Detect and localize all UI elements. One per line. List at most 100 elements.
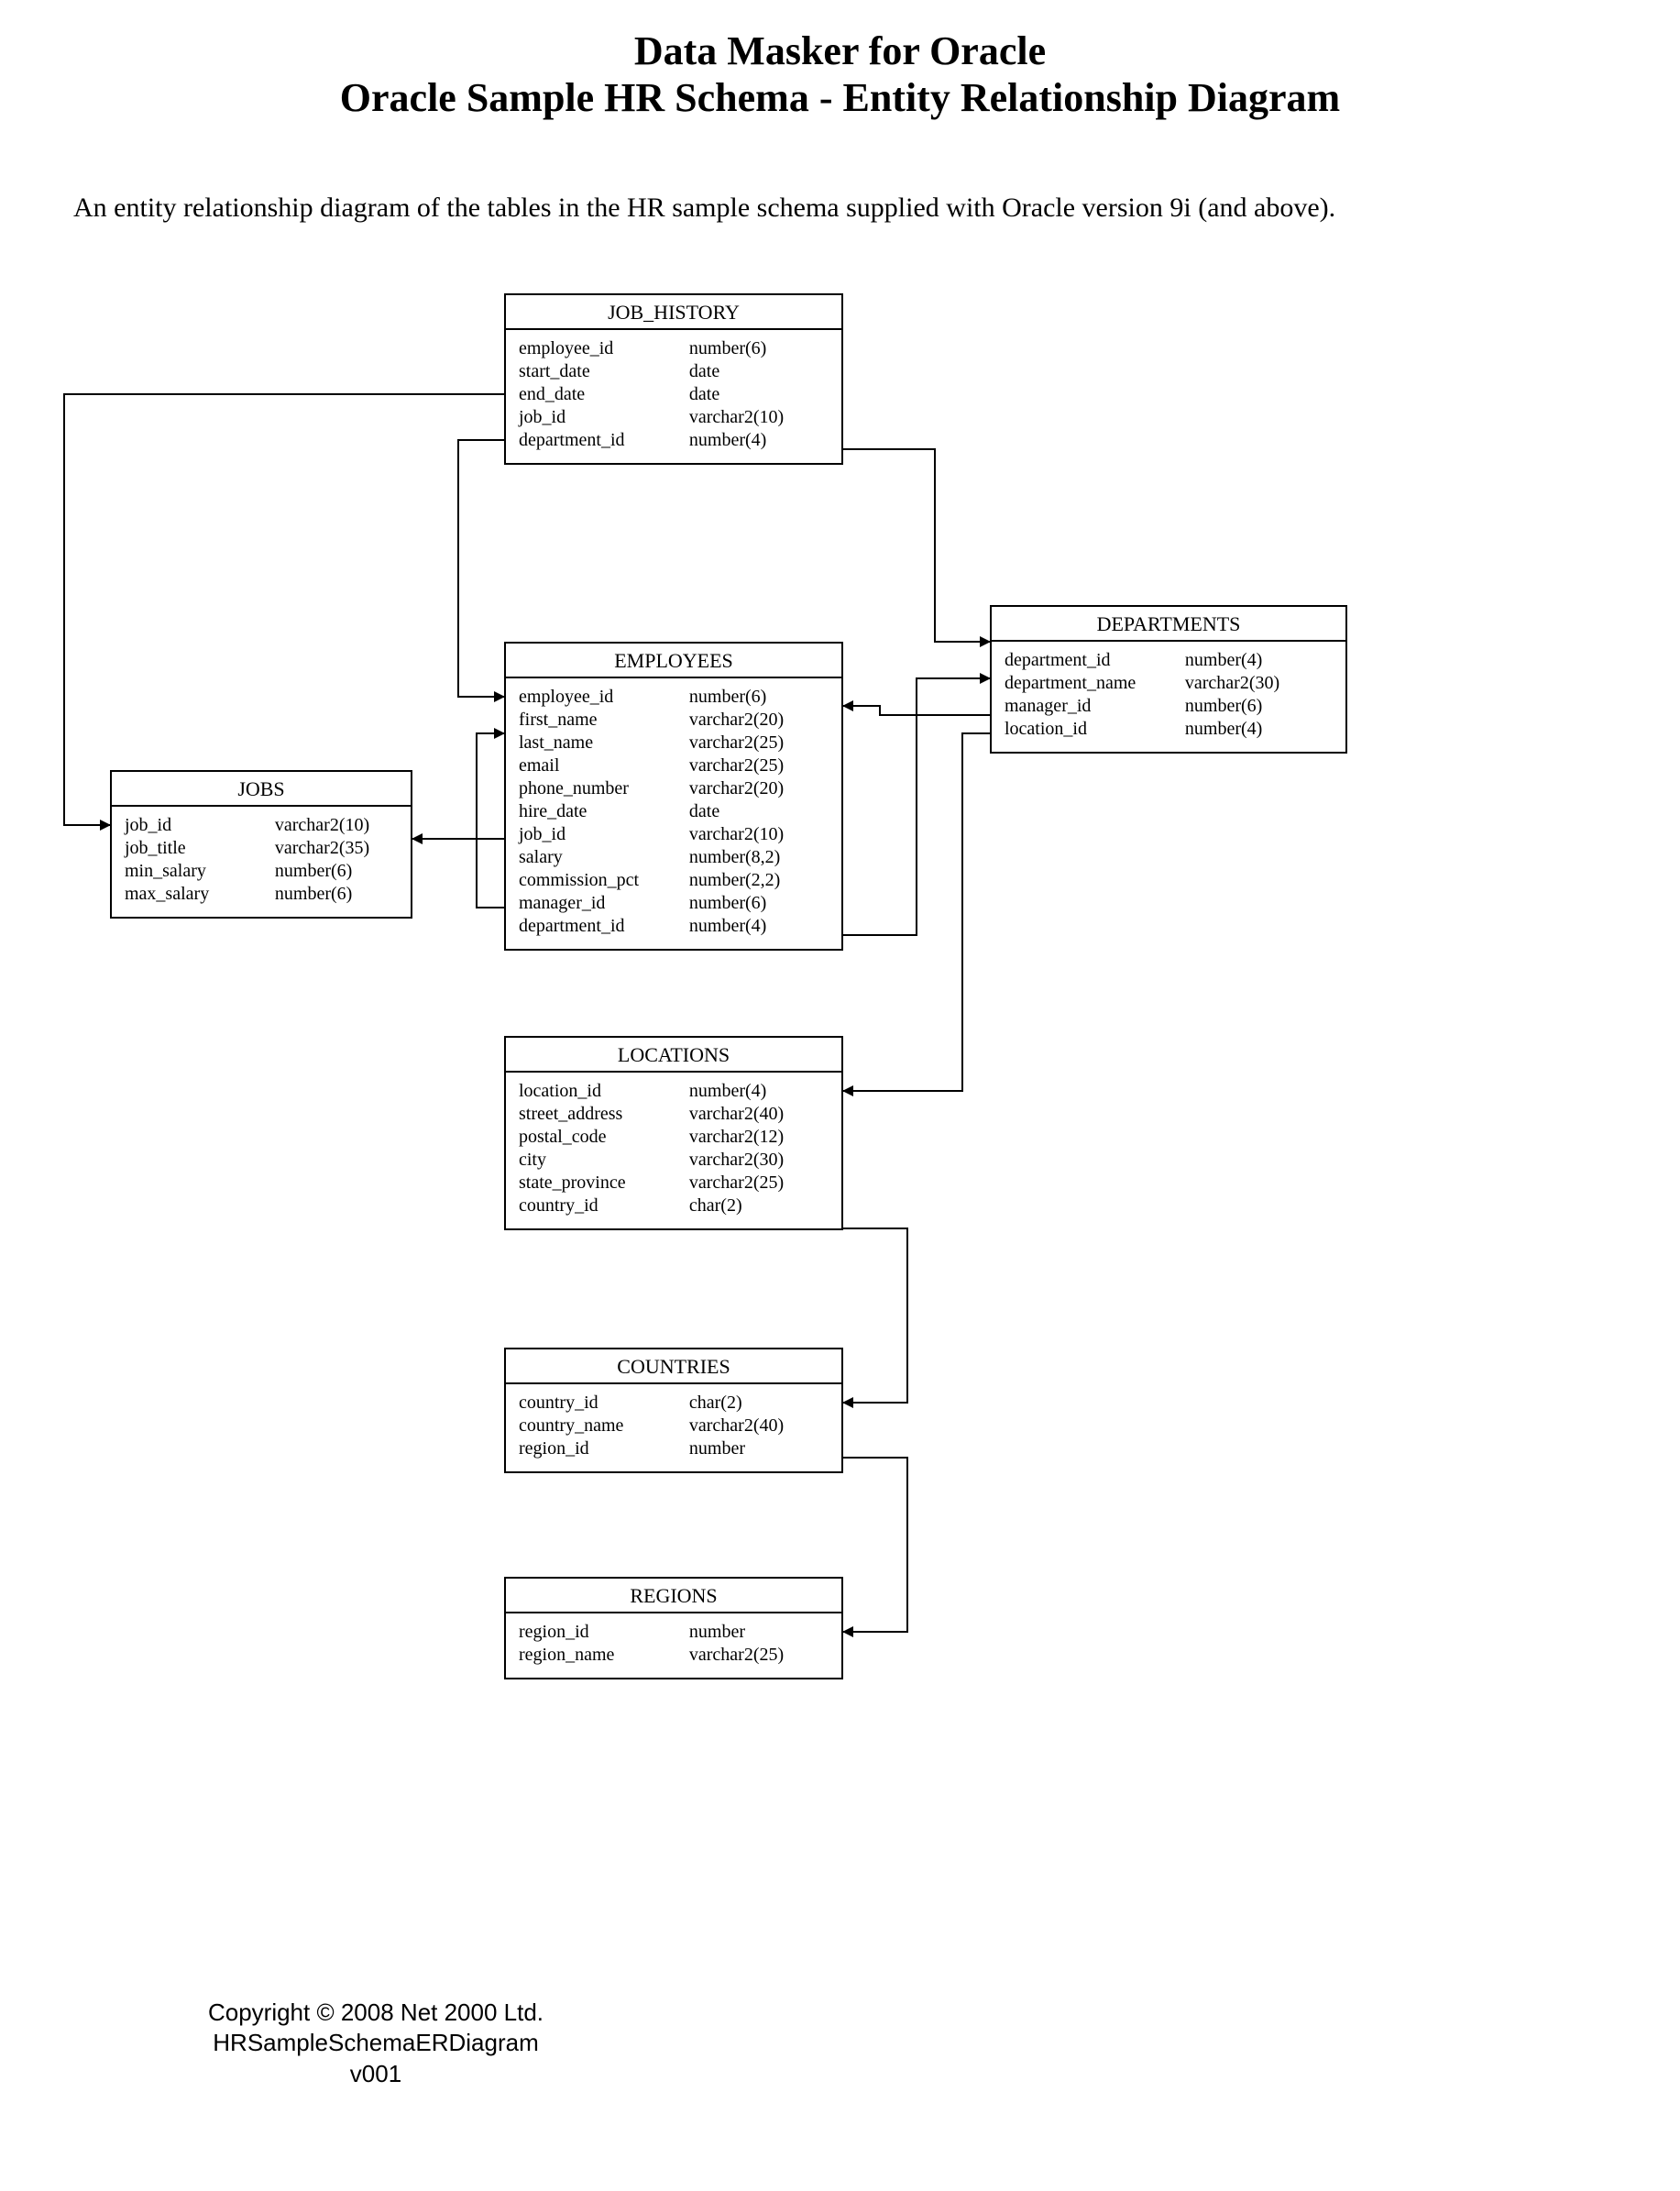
rel-jobhistory-employees <box>458 440 504 697</box>
column-type: varchar2(25) <box>689 1172 829 1195</box>
column-row: last_namevarchar2(25) <box>519 732 829 754</box>
column-row: region_idnumber <box>519 1621 829 1644</box>
entity-columns: country_idchar(2)country_namevarchar2(40… <box>506 1384 841 1471</box>
column-row: manager_idnumber(6) <box>519 892 829 915</box>
column-row: salarynumber(8,2) <box>519 846 829 869</box>
column-name: region_id <box>519 1437 689 1460</box>
column-row: department_idnumber(4) <box>1005 649 1333 672</box>
entity-jobs: JOBS job_idvarchar2(10)job_titlevarchar2… <box>110 770 412 919</box>
entity-title: REGIONS <box>506 1579 841 1613</box>
rel-jobhistory-jobs <box>64 394 504 825</box>
column-name: manager_id <box>519 892 689 915</box>
column-name: postal_code <box>519 1126 689 1149</box>
column-name: location_id <box>519 1080 689 1103</box>
column-name: job_title <box>125 837 275 860</box>
entity-columns: employee_idnumber(6)start_datedateend_da… <box>506 330 841 463</box>
column-name: job_id <box>519 823 689 846</box>
column-name: manager_id <box>1005 695 1185 718</box>
column-name: street_address <box>519 1103 689 1126</box>
entity-title: LOCATIONS <box>506 1038 841 1073</box>
column-type: varchar2(10) <box>275 814 398 837</box>
entity-title: JOB_HISTORY <box>506 295 841 330</box>
column-row: region_idnumber <box>519 1437 829 1460</box>
column-row: region_namevarchar2(25) <box>519 1644 829 1667</box>
column-name: location_id <box>1005 718 1185 741</box>
column-name: last_name <box>519 732 689 754</box>
column-type: varchar2(40) <box>689 1103 829 1126</box>
column-type: number(6) <box>689 686 829 709</box>
column-row: department_namevarchar2(30) <box>1005 672 1333 695</box>
column-type: number(6) <box>689 892 829 915</box>
column-row: state_provincevarchar2(25) <box>519 1172 829 1195</box>
column-row: commission_pctnumber(2,2) <box>519 869 829 892</box>
column-type: number(4) <box>689 915 829 938</box>
column-type: number(4) <box>1185 718 1333 741</box>
column-name: country_id <box>519 1195 689 1217</box>
entity-title: COUNTRIES <box>506 1349 841 1384</box>
entity-countries: COUNTRIES country_idchar(2)country_namev… <box>504 1348 843 1473</box>
rel-jobhistory-departments <box>843 449 990 642</box>
column-type: number(4) <box>689 429 829 452</box>
column-row: department_idnumber(4) <box>519 915 829 938</box>
column-row: country_idchar(2) <box>519 1392 829 1415</box>
column-type: varchar2(25) <box>689 754 829 777</box>
column-name: salary <box>519 846 689 869</box>
entity-title: EMPLOYEES <box>506 644 841 678</box>
column-type: varchar2(25) <box>689 732 829 754</box>
column-type: number(8,2) <box>689 846 829 869</box>
page-title-line2: Oracle Sample HR Schema - Entity Relatio… <box>0 74 1680 121</box>
column-row: country_namevarchar2(40) <box>519 1415 829 1437</box>
column-name: department_id <box>1005 649 1185 672</box>
entity-employees: EMPLOYEES employee_idnumber(6)first_name… <box>504 642 843 951</box>
column-type: number(6) <box>1185 695 1333 718</box>
column-type: varchar2(25) <box>689 1644 829 1667</box>
entity-job-history: JOB_HISTORY employee_idnumber(6)start_da… <box>504 293 843 465</box>
column-name: job_id <box>125 814 275 837</box>
column-row: start_datedate <box>519 360 829 383</box>
entity-departments: DEPARTMENTS department_idnumber(4)depart… <box>990 605 1347 754</box>
column-name: region_id <box>519 1621 689 1644</box>
column-row: first_namevarchar2(20) <box>519 709 829 732</box>
column-name: country_id <box>519 1392 689 1415</box>
column-type: number(4) <box>1185 649 1333 672</box>
entity-columns: employee_idnumber(6)first_namevarchar2(2… <box>506 678 841 949</box>
rel-countries-regions <box>843 1458 907 1632</box>
column-row: location_idnumber(4) <box>519 1080 829 1103</box>
column-type: varchar2(10) <box>689 406 829 429</box>
column-row: country_idchar(2) <box>519 1195 829 1217</box>
column-name: min_salary <box>125 860 275 883</box>
column-name: email <box>519 754 689 777</box>
column-name: department_id <box>519 915 689 938</box>
column-name: country_name <box>519 1415 689 1437</box>
column-name: hire_date <box>519 800 689 823</box>
column-row: employee_idnumber(6) <box>519 337 829 360</box>
column-type: number(2,2) <box>689 869 829 892</box>
rel-locations-countries <box>843 1228 907 1403</box>
column-type: varchar2(40) <box>689 1415 829 1437</box>
column-name: city <box>519 1149 689 1172</box>
rel-employees-departments <box>843 678 990 935</box>
column-row: phone_numbervarchar2(20) <box>519 777 829 800</box>
page-title-line1: Data Masker for Oracle <box>0 28 1680 74</box>
column-name: first_name <box>519 709 689 732</box>
column-name: start_date <box>519 360 689 383</box>
column-row: postal_codevarchar2(12) <box>519 1126 829 1149</box>
column-row: job_idvarchar2(10) <box>519 823 829 846</box>
footer-block: Copyright © 2008 Net 2000 Ltd. HRSampleS… <box>183 1998 568 2090</box>
column-row: location_idnumber(4) <box>1005 718 1333 741</box>
column-row: street_addressvarchar2(40) <box>519 1103 829 1126</box>
column-name: end_date <box>519 383 689 406</box>
footer-docname: HRSampleSchemaERDiagram <box>183 2028 568 2059</box>
column-row: emailvarchar2(25) <box>519 754 829 777</box>
intro-text: An entity relationship diagram of the ta… <box>73 193 1607 224</box>
entity-title: DEPARTMENTS <box>992 607 1345 642</box>
column-type: varchar2(30) <box>689 1149 829 1172</box>
column-type: number <box>689 1621 829 1644</box>
column-name: department_name <box>1005 672 1185 695</box>
column-row: cityvarchar2(30) <box>519 1149 829 1172</box>
entity-columns: region_idnumberregion_namevarchar2(25) <box>506 1613 841 1678</box>
entity-columns: department_idnumber(4)department_namevar… <box>992 642 1345 752</box>
column-type: varchar2(20) <box>689 777 829 800</box>
column-name: commission_pct <box>519 869 689 892</box>
page-title-block: Data Masker for Oracle Oracle Sample HR … <box>0 28 1680 121</box>
